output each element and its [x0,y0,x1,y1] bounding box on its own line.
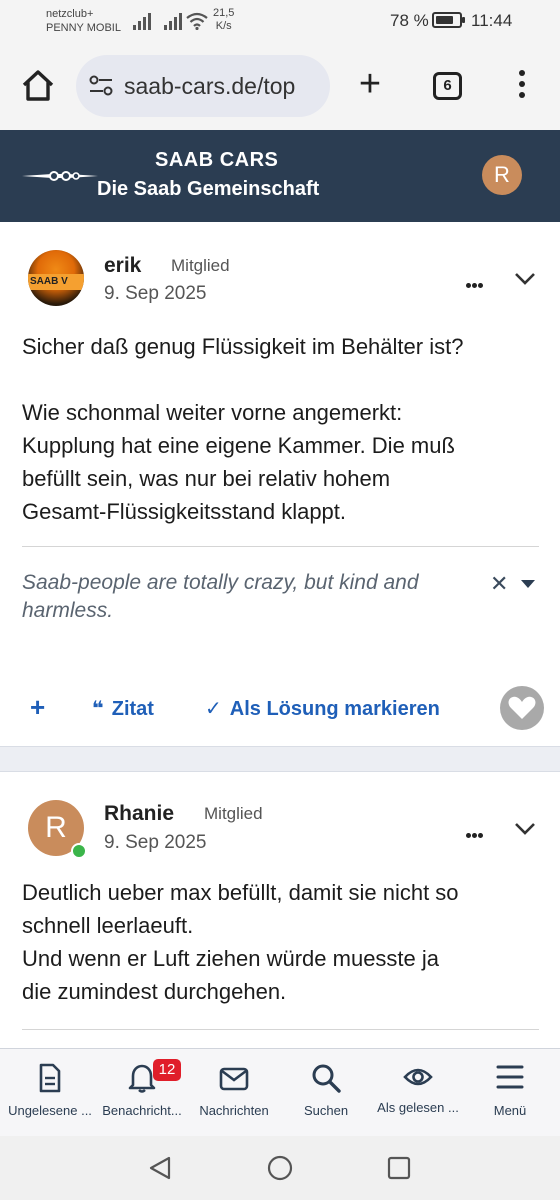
tab-switcher-button[interactable]: 6 [433,72,462,100]
nav-label[interactable]: Suchen [276,1103,376,1118]
browser-toolbar: saab-cars.de/top + 6 [0,42,560,130]
nav-label[interactable]: Ungelesene ... [0,1103,100,1118]
nav-notifications[interactable]: 12 Benachricht... [92,1049,192,1137]
user-signature: Saab-people are totally crazy, but kind … [22,571,419,622]
caret-down-icon[interactable] [521,580,535,588]
more-options-icon[interactable] [466,275,486,288]
nav-label[interactable]: Nachrichten [184,1103,284,1118]
quote-button[interactable]: ❝ Zitat [92,696,154,721]
bottom-navigation: Ungelesene ... 12 Benachricht... Nachric… [0,1048,560,1136]
search-icon [312,1064,341,1093]
envelope-icon [219,1067,249,1091]
post-author[interactable]: erik [104,254,141,278]
avatar[interactable]: SAAB V [28,250,84,306]
user-role: Mitglied [204,804,263,823]
chevron-down-icon[interactable] [514,822,536,836]
online-status-indicator [71,843,87,859]
home-icon[interactable] [18,66,58,106]
nav-menu[interactable]: Menü [460,1049,560,1137]
close-icon[interactable]: ✕ [490,571,508,597]
battery-percent: 78 % [390,11,429,30]
signal-icon-2 [164,13,182,30]
saab-plane-logo-icon[interactable] [22,163,98,189]
nav-label[interactable]: Menü [460,1103,560,1118]
post-date[interactable]: 9. Sep 2025 [104,283,206,305]
heart-icon [508,696,536,719]
home-circle-icon[interactable] [267,1155,293,1181]
network-speed: 21,5 K/s [213,7,235,32]
nav-search[interactable]: Suchen [276,1049,376,1137]
avatar[interactable]: R [28,800,87,859]
like-button[interactable] [500,686,544,730]
url-text[interactable]: saab-cars.de/top [124,73,324,100]
bell-icon [128,1064,156,1093]
battery-icon [432,12,465,28]
signal-icon [133,13,151,30]
user-avatar[interactable]: R [482,155,522,195]
carrier-name: netzclub+ [46,8,94,20]
post-rhanie: R Rhanie Mitglied 9. Sep 2025 Deutlich u… [0,772,560,1048]
user-role: Mitglied [171,256,230,275]
post-author[interactable]: Rhanie [104,802,174,826]
more-options-icon[interactable] [466,825,486,838]
carrier-info: netzclub+ PENNY MOBIL [46,7,121,35]
nav-messages[interactable]: Nachrichten [184,1049,284,1137]
post-date[interactable]: 9. Sep 2025 [104,832,206,854]
post-body: Deutlich ueber max befüllt, damit sie ni… [22,880,459,1004]
document-icon [39,1063,61,1093]
site-subtitle[interactable]: Die Saab Gemeinschaft [97,178,319,201]
browser-menu-icon[interactable] [514,70,530,104]
nav-mark-read[interactable]: Als gelesen ... [368,1049,468,1137]
new-tab-button[interactable]: + [352,65,388,106]
chevron-down-icon[interactable] [514,272,536,286]
add-reaction-button[interactable]: + [30,692,45,723]
post-erik: SAAB V erik Mitglied 9. Sep 2025 Sicher … [0,222,560,746]
post-body: Sicher daß genug Flüssigkeit im Behälter… [22,334,464,524]
address-bar[interactable]: saab-cars.de/top [76,55,330,117]
nav-label[interactable]: Als gelesen ... [368,1100,468,1115]
nav-label[interactable]: Benachricht... [92,1103,192,1118]
eye-icon [403,1068,433,1086]
checkmark-icon: ✓ [205,698,222,720]
carrier-name-secondary: PENNY MOBIL [46,22,121,34]
post-separator [0,746,560,772]
back-icon[interactable] [147,1155,173,1181]
recents-icon[interactable] [387,1156,411,1180]
clock: 11:44 [471,11,513,30]
divider [22,1029,539,1030]
nav-unread[interactable]: Ungelesene ... [0,1049,100,1137]
divider [22,546,539,547]
mark-solution-button[interactable]: ✓ Als Lösung markieren [205,696,440,721]
site-settings-icon[interactable] [88,75,114,97]
system-navigation-bar [0,1136,560,1200]
battery-fill [436,16,453,24]
notification-badge: 12 [153,1059,181,1081]
wifi-icon [186,12,208,30]
quote-icon: ❝ [92,698,104,720]
status-bar: netzclub+ PENNY MOBIL 21,5 K/s 78 % 11:4… [0,0,560,42]
hamburger-icon [496,1065,524,1089]
